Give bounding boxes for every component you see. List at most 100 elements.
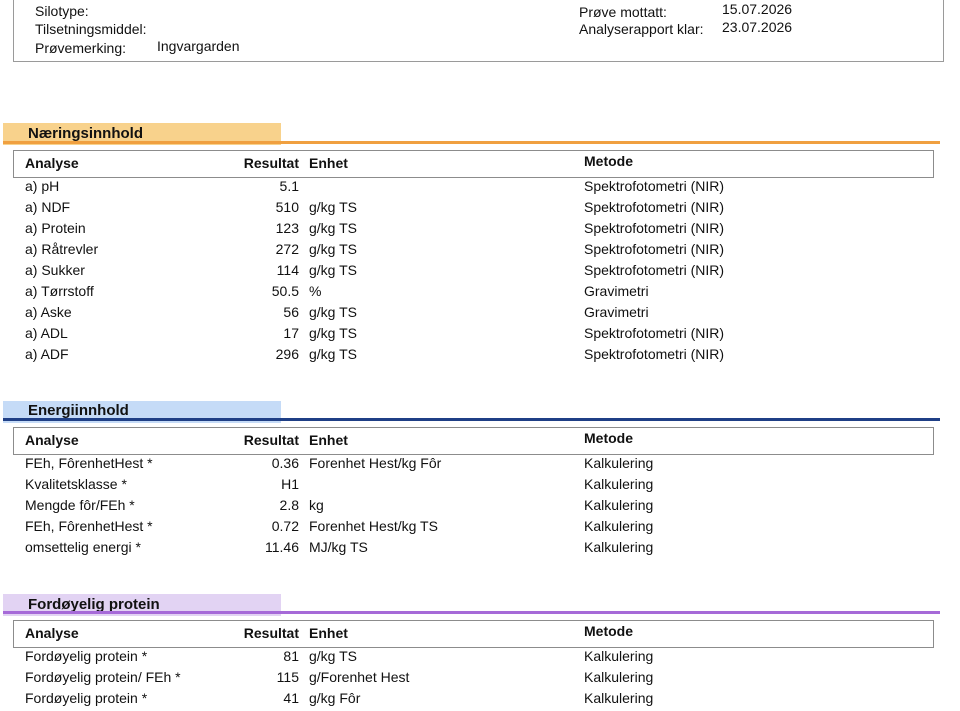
- analyse-cell: a) NDF: [25, 199, 71, 215]
- resultat-cell: 114: [276, 262, 299, 278]
- enhet-cell: %: [309, 283, 322, 299]
- col-enhet: Enhet: [309, 155, 348, 171]
- metode-cell: Kalkulering: [584, 690, 654, 706]
- table-row: FEh, FôrenhetHest * 0.72 Forenhet Hest/kg …: [0, 518, 960, 539]
- metode-cell: Kalkulering: [584, 518, 654, 534]
- metode-cell: Spektrofotometri (NIR): [584, 262, 725, 278]
- resultat-cell: H1: [281, 476, 299, 492]
- table-row: Fordøyelig protein/ FEh * 115 g/Forenhet H…: [0, 669, 960, 690]
- sample-info-box: [13, 0, 944, 62]
- tilsetningsmiddel-label: Tilsetningsmiddel:: [35, 21, 147, 37]
- metode-cell: Kalkulering: [584, 669, 654, 685]
- analyse-cell: a) ADF: [25, 346, 69, 362]
- analyse-cell: FEh, FôrenhetHest *: [25, 455, 153, 471]
- table-row: a) Protein 123 g/kg TS Spektrofotometri (NI…: [0, 220, 960, 241]
- enhet-cell: kg: [309, 497, 324, 513]
- table-row: Fordøyelig protein * 81 g/kg TS Kalkulering: [0, 648, 960, 669]
- analyse-cell: Kvalitetsklasse *: [25, 476, 127, 492]
- metode-cell: Spektrofotometri (NIR): [584, 241, 725, 257]
- enhet-cell: g/kg TS: [309, 648, 357, 664]
- section-rule-energiinnhold: [3, 418, 940, 421]
- enhet-cell: g/Forenhet Hest: [309, 669, 410, 685]
- resultat-cell: 115: [276, 669, 299, 685]
- metode-cell: Kalkulering: [584, 648, 654, 664]
- metode-cell: Kalkulering: [584, 455, 654, 471]
- col-metode: Metode: [584, 430, 633, 446]
- metode-cell: Spektrofotometri (NIR): [584, 325, 725, 341]
- resultat-cell: 56: [283, 304, 299, 320]
- enhet-cell: g/kg TS: [309, 325, 357, 341]
- analyse-cell: a) Råtrevler: [25, 241, 99, 257]
- provemerking-label: Prøvemerking:: [35, 40, 127, 56]
- table-row: a) Sukker 114 g/kg TS Spektrofotometri (NIR…: [0, 262, 960, 283]
- analyserapport-label: Analyserapport klar:: [579, 21, 704, 37]
- analyse-cell: a) Aske: [25, 304, 72, 320]
- table-header-fordoyelig-protein: [13, 620, 934, 648]
- enhet-cell: Forenhet Hest/kg Fôr: [309, 455, 442, 471]
- table-row: Kvalitetsklasse * H1 Kalkulering: [0, 476, 960, 497]
- col-metode: Metode: [584, 153, 633, 169]
- metode-cell: Spektrofotometri (NIR): [584, 178, 725, 194]
- analyserapport-value: 23.07.2026: [722, 19, 793, 35]
- analyse-cell: Fordøyelig protein *: [25, 648, 148, 664]
- enhet-cell: g/kg TS: [309, 346, 357, 362]
- table-row: Mengde fôr/FEh * 2.8 kg Kalkulering: [0, 497, 960, 518]
- col-enhet: Enhet: [309, 625, 348, 641]
- analyse-cell: Fordøyelig protein/ FEh *: [25, 669, 181, 685]
- enhet-cell: MJ/kg TS: [309, 539, 368, 555]
- col-metode: Metode: [584, 623, 633, 639]
- metode-cell: Spektrofotometri (NIR): [584, 346, 725, 362]
- analyse-cell: a) pH: [25, 178, 60, 194]
- col-analyse: Analyse: [25, 155, 79, 171]
- enhet-cell: g/kg TS: [309, 262, 357, 278]
- resultat-cell: 50.5: [271, 283, 299, 299]
- col-resultat: Resultat: [243, 432, 299, 448]
- resultat-cell: 17: [283, 325, 299, 341]
- analyse-cell: FEh, FôrenhetHest *: [25, 518, 153, 534]
- col-resultat: Resultat: [243, 155, 299, 171]
- col-enhet: Enhet: [309, 432, 348, 448]
- resultat-cell: 11.46: [265, 539, 299, 555]
- metode-cell: Spektrofotometri (NIR): [584, 199, 725, 215]
- table-row: a) ADL 17 g/kg TS Spektrofotometri (NIR): [0, 325, 960, 346]
- metode-cell: Kalkulering: [584, 476, 654, 492]
- resultat-cell: 41: [283, 690, 299, 706]
- resultat-cell: 0.36: [271, 455, 299, 471]
- metode-cell: Kalkulering: [584, 497, 654, 513]
- analyse-cell: a) Protein: [25, 220, 86, 236]
- provemerking-value: Ingvargarden: [157, 38, 240, 54]
- resultat-cell: 272: [275, 241, 299, 257]
- table-row: a) Aske 56 g/kg TS Gravimetri: [0, 304, 960, 325]
- analyse-cell: a) Sukker: [25, 262, 85, 278]
- table-header-naeringsinnhold: [13, 150, 934, 178]
- table-row: a) pH 5.1 Spektrofotometri (NIR): [0, 178, 960, 199]
- silotype-label: Silotype:: [35, 3, 89, 19]
- section-rule-naeringsinnhold: [3, 141, 940, 144]
- enhet-cell: g/kg TS: [309, 241, 357, 257]
- table-row: FEh, FôrenhetHest * 0.36 Forenhet Hest/kg …: [0, 455, 960, 476]
- table-row: a) ADF 296 g/kg TS Spektrofotometri (NIR): [0, 346, 960, 367]
- analyse-cell: Mengde fôr/FEh *: [25, 497, 135, 513]
- table-row: Fordøyelig protein * 41 g/kg Fôr Kalkulerin…: [0, 690, 960, 711]
- metode-cell: Gravimetri: [584, 283, 649, 299]
- table-row: omsettelig energi * 11.46 MJ/kg TS Kalkuler…: [0, 539, 960, 560]
- table-row: a) NDF 510 g/kg TS Spektrofotometri (NIR): [0, 199, 960, 220]
- resultat-cell: 81: [283, 648, 299, 664]
- resultat-cell: 2.8: [279, 497, 299, 513]
- metode-cell: Kalkulering: [584, 539, 654, 555]
- analyse-cell: a) Tørrstoff: [25, 283, 94, 299]
- table-header-energiinnhold: [13, 427, 934, 455]
- analyse-cell: a) ADL: [25, 325, 68, 341]
- prove-mottatt-value: 15.07.2026: [722, 1, 793, 17]
- metode-cell: Gravimetri: [584, 304, 649, 320]
- analyse-cell: Fordøyelig protein *: [25, 690, 148, 706]
- table-row: a) Råtrevler 272 g/kg TS Spektrofotometri (…: [0, 241, 960, 262]
- section-rule-fordoyelig-protein: [3, 611, 940, 614]
- resultat-cell: 296: [275, 346, 299, 362]
- col-analyse: Analyse: [25, 625, 79, 641]
- prove-mottatt-label: Prøve mottatt:: [579, 4, 667, 20]
- enhet-cell: g/kg Fôr: [309, 690, 361, 706]
- enhet-cell: Forenhet Hest/kg TS: [309, 518, 438, 534]
- resultat-cell: 5.1: [279, 178, 299, 194]
- metode-cell: Spektrofotometri (NIR): [584, 220, 725, 236]
